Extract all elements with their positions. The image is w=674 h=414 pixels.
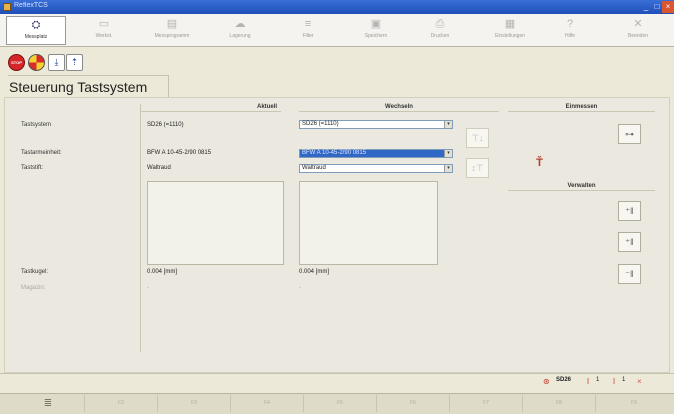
window-title: ReflexTCS (14, 2, 48, 9)
fkey-f9[interactable]: F9 (596, 395, 672, 412)
value-tastkugel-aktuell: 0.004 [mm] (147, 269, 178, 275)
tastarmeinheit-select-value: BFW A 10-45-2/90 0815 (302, 150, 367, 156)
taststift-select[interactable]: Waltraud ▾ (299, 164, 453, 173)
value-taststift-aktuell: Waltraud (147, 165, 171, 171)
tastarmeinheit-select[interactable]: BFW A 10-45-2/90 0815 ▾ (299, 149, 453, 158)
chevron-down-icon[interactable]: ▾ (444, 121, 452, 128)
label-tastarmeinheit: Tastarmeinheit: (21, 150, 62, 156)
stop-icon[interactable]: STOP (8, 54, 25, 71)
probe-image-wechseln (299, 181, 438, 265)
program-icon: ▤ (166, 18, 178, 30)
verwalten-add-button[interactable]: ⁺ǁ (618, 201, 641, 221)
column-header-einmessen: Einmessen (508, 104, 655, 112)
chevron-down-icon[interactable]: ▾ (444, 165, 452, 172)
column-header-wechseln: Wechseln (299, 104, 499, 112)
label-taststift: Taststift: (21, 165, 44, 171)
toolbar-messplatz-button[interactable]: ⛭ Messplatz (6, 16, 66, 45)
value-magazin-wechseln: - (299, 285, 301, 291)
status-thermo-icon: ǀ (587, 377, 590, 386)
toolbar-drucken-button[interactable]: ⎙ Drucken (410, 16, 470, 45)
help-icon: ? (566, 18, 574, 30)
swap-probe-button[interactable]: ⊤↓ (466, 128, 489, 148)
status-bar (0, 373, 674, 392)
toolbar-label: Werkst. (95, 33, 113, 39)
swap-arm-button[interactable]: ↕⊤ (466, 158, 489, 178)
title-bar: ReflexTCS _ □ × (0, 0, 674, 14)
fkey-f4[interactable]: F4 (231, 395, 304, 412)
toolbar-messprogramm-button[interactable]: ▤ Messprogramm (142, 16, 202, 45)
close-window-button[interactable]: × (662, 1, 674, 13)
status-system: SD26 (556, 377, 572, 383)
label-tastsystem: Tastsystem (21, 122, 52, 128)
status-count-b: 1 (622, 377, 626, 383)
fkey-f3[interactable]: F3 (158, 395, 231, 412)
column-divider (140, 104, 141, 352)
toolbar-label: Beenden (627, 33, 649, 39)
value-tastkugel-wechseln: 0.004 [mm] (299, 269, 330, 275)
toolbar-beenden-button[interactable]: ✕ Beenden (608, 16, 668, 45)
label-magazin: Magazin: (21, 285, 46, 291)
probe-down-icon[interactable]: ⤓ (48, 54, 65, 71)
fkey-menu[interactable]: ≣ (12, 395, 85, 412)
toolbar-label: Messprogramm (154, 33, 190, 39)
taststift-select-value: Waltraud (302, 165, 326, 171)
value-tastsystem-aktuell: SD26 (=1110) (147, 122, 184, 128)
toolbar-einstellungen-button[interactable]: ▦ Einstellungen (480, 16, 540, 45)
toolbar-hilfe-button[interactable]: ? Hilfe (540, 16, 600, 45)
toolbar-filter-button[interactable]: ≡ Filter (278, 16, 338, 45)
toolbar-label: Lagerung (229, 33, 251, 39)
print-icon: ⎙ (435, 18, 445, 30)
einmessen-button[interactable]: ⊶ (618, 124, 641, 144)
fkey-f2[interactable]: F2 (85, 395, 158, 412)
folder-icon: ▭ (98, 18, 110, 30)
probe-up-icon[interactable]: ⇡ (66, 54, 83, 71)
toolbar-werkst-button[interactable]: ▭ Werkst. (74, 16, 134, 45)
toolbar-label: Drucken (430, 33, 450, 39)
verwalten-delete-button[interactable]: ⁻ǁ (618, 264, 641, 284)
close-icon: ✕ (633, 18, 643, 30)
verwalten-edit-button[interactable]: ⁺ǁ (618, 232, 641, 252)
toolbar-speichern-button[interactable]: ▣ Speichern (346, 16, 406, 45)
cloud-icon: ☁ (234, 18, 246, 30)
label-tastkugel: Tastkugel: (21, 269, 49, 275)
status-radiation-icon: ⊛ (543, 377, 550, 386)
fkey-f7[interactable]: F7 (450, 395, 523, 412)
column-header-verwalten: Verwalten (508, 183, 655, 191)
app-icon (3, 3, 11, 11)
save-icon: ▣ (370, 18, 382, 30)
value-magazin-aktuell: - (147, 285, 149, 291)
toolbar-label: Einstellungen (494, 33, 526, 39)
tastsystem-select[interactable]: SD26 (=1110) ▾ (299, 120, 453, 129)
status-probe-icon: ǀ (613, 377, 616, 386)
probe-image-aktuell (147, 181, 284, 265)
toolbar-label: Hilfe (564, 33, 575, 39)
filter-icon: ≡ (304, 18, 312, 30)
fkey-f6[interactable]: F6 (377, 395, 450, 412)
value-tastarmeinheit-aktuell: BFW A 10-45-2/90 0815 (147, 150, 212, 156)
toolbar-label: Speichern (364, 33, 388, 39)
page-title: Steuerung Tastsystem (9, 79, 148, 95)
status-count-a: 1 (596, 377, 600, 383)
fkey-f5[interactable]: F5 (304, 395, 377, 412)
toolbar-label: Filter (302, 33, 314, 39)
main-toolbar: ⛭ Messplatz ▭ Werkst. ▤ Messprogramm ☁ L… (0, 14, 674, 47)
grid-icon: ▦ (504, 18, 516, 30)
robot-icon: ⛭ (31, 19, 41, 31)
toolbar-lagerung-button[interactable]: ☁ Lagerung (210, 16, 270, 45)
column-header-aktuell: Aktuell (141, 104, 281, 112)
fkey-f8[interactable]: F8 (523, 395, 596, 412)
probe-change-icon[interactable]: Ť (528, 154, 551, 174)
toolbar-label: Messplatz (24, 34, 48, 40)
tastsystem-select-value: SD26 (=1110) (302, 121, 339, 127)
radiation-icon[interactable] (28, 54, 45, 71)
status-close-icon[interactable]: × (637, 377, 642, 386)
chevron-down-icon[interactable]: ▾ (444, 150, 452, 157)
